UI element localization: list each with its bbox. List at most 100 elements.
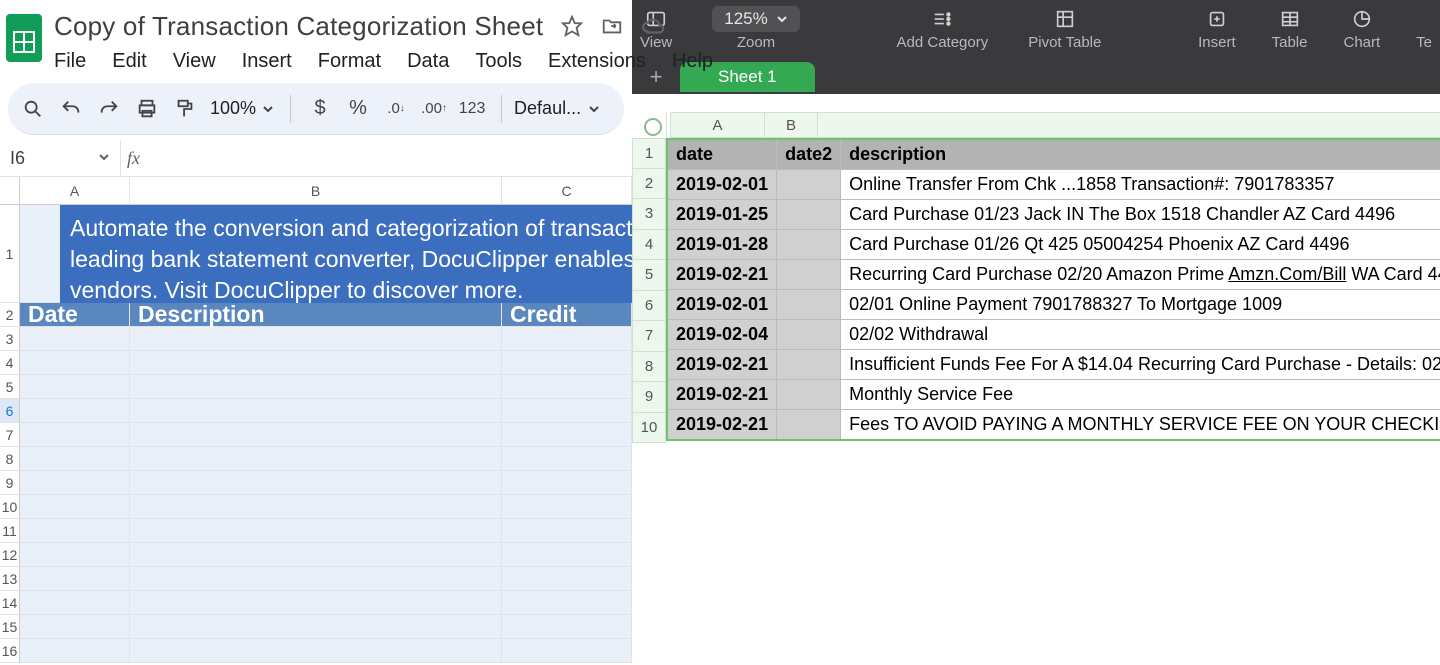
menu-insert[interactable]: Insert: [242, 50, 292, 73]
name-box[interactable]: I6: [6, 148, 98, 169]
cell-date2[interactable]: [777, 350, 841, 380]
cell-description[interactable]: Fees TO AVOID PAYING A MONTHLY SERVICE F…: [841, 410, 1440, 441]
cell[interactable]: Credit: [502, 303, 632, 327]
star-icon[interactable]: [561, 15, 583, 37]
percent-icon[interactable]: %: [341, 92, 375, 126]
row-header[interactable]: 8: [0, 447, 20, 471]
text-icon[interactable]: [1418, 7, 1430, 31]
cell[interactable]: [502, 519, 632, 543]
cell[interactable]: [130, 375, 502, 399]
decrease-decimal-icon[interactable]: .0↓: [379, 92, 413, 126]
row-header[interactable]: 2: [0, 303, 20, 327]
cell[interactable]: [130, 471, 502, 495]
cell[interactable]: [130, 615, 502, 639]
cell[interactable]: [20, 423, 130, 447]
redo-icon[interactable]: [92, 92, 126, 126]
move-folder-icon[interactable]: [601, 15, 623, 37]
cell[interactable]: [20, 639, 130, 663]
cell[interactable]: [130, 639, 502, 663]
cell[interactable]: [502, 543, 632, 567]
table-handle-icon[interactable]: [644, 118, 662, 136]
increase-decimal-icon[interactable]: .00↑: [417, 92, 451, 126]
cell-date[interactable]: 2019-02-21: [667, 410, 777, 441]
zoom-selector[interactable]: 125%: [712, 6, 799, 32]
add-category-icon[interactable]: [930, 7, 954, 31]
cell-date[interactable]: 2019-02-01: [667, 290, 777, 320]
cell[interactable]: [502, 327, 632, 351]
cell[interactable]: Description: [130, 303, 502, 327]
select-all-corner[interactable]: [0, 177, 20, 205]
row-header[interactable]: 5: [632, 260, 666, 291]
cell[interactable]: [502, 639, 632, 663]
cell-date2[interactable]: [777, 380, 841, 410]
cell[interactable]: [20, 543, 130, 567]
header-date2[interactable]: date2: [777, 139, 841, 170]
cell[interactable]: [20, 351, 130, 375]
column-header-a[interactable]: A: [670, 112, 765, 138]
cell[interactable]: [20, 447, 130, 471]
row-header[interactable]: 3: [0, 327, 20, 351]
spreadsheet-grid[interactable]: 12345678910111213141516 ABC DateDescript…: [0, 177, 632, 665]
sheets-logo-icon[interactable]: [6, 12, 42, 64]
search-icon[interactable]: [16, 92, 50, 126]
cell-date[interactable]: 2019-02-21: [667, 260, 777, 290]
cell[interactable]: Date: [20, 303, 130, 327]
cloud-status-icon[interactable]: [641, 15, 667, 37]
row-header[interactable]: 13: [0, 567, 20, 591]
header-description[interactable]: description: [841, 139, 1440, 170]
cell[interactable]: [130, 567, 502, 591]
cell-date2[interactable]: [777, 320, 841, 350]
cell-description[interactable]: Card Purchase 01/23 Jack IN The Box 1518…: [841, 200, 1440, 230]
menu-format[interactable]: Format: [318, 50, 381, 73]
pivot-table-icon[interactable]: [1053, 7, 1077, 31]
row-header[interactable]: 12: [0, 543, 20, 567]
name-box-caret-icon[interactable]: [98, 150, 110, 168]
cell[interactable]: [502, 399, 632, 423]
cell[interactable]: [130, 327, 502, 351]
cell-description[interactable]: Insufficient Funds Fee For A $14.04 Recu…: [841, 350, 1440, 380]
row-header[interactable]: 2: [632, 169, 666, 200]
cell[interactable]: [130, 351, 502, 375]
column-header-a[interactable]: A: [20, 177, 130, 205]
menu-help[interactable]: Help: [672, 50, 713, 73]
row-header[interactable]: 10: [632, 413, 666, 444]
cell-description[interactable]: Recurring Card Purchase 02/20 Amazon Pri…: [841, 260, 1440, 290]
header-date[interactable]: date: [667, 139, 777, 170]
cell[interactable]: [20, 375, 130, 399]
row-header[interactable]: 1: [632, 138, 666, 169]
cell[interactable]: [502, 447, 632, 471]
cell[interactable]: [502, 351, 632, 375]
cell-date2[interactable]: [777, 410, 841, 441]
column-header-rest[interactable]: [818, 112, 1440, 138]
row-header[interactable]: 6: [0, 399, 20, 423]
cell-date2[interactable]: [777, 200, 841, 230]
column-header-b[interactable]: B: [765, 112, 818, 138]
cell[interactable]: [20, 471, 130, 495]
row-header[interactable]: 4: [0, 351, 20, 375]
row-header[interactable]: 3: [632, 199, 666, 230]
cell[interactable]: [130, 519, 502, 543]
cell[interactable]: [20, 495, 130, 519]
cell[interactable]: [130, 423, 502, 447]
cell-date2[interactable]: [777, 290, 841, 320]
cell-description[interactable]: Card Purchase 01/26 Qt 425 05004254 Phoe…: [841, 230, 1440, 260]
row-header[interactable]: 11: [0, 519, 20, 543]
cell[interactable]: [20, 591, 130, 615]
cell-description[interactable]: 02/02 Withdrawal: [841, 320, 1440, 350]
cell[interactable]: [130, 447, 502, 471]
data-table[interactable]: date date2 description 2019-02-01 Online …: [666, 138, 1440, 441]
cell-description[interactable]: Online Transfer From Chk ...1858 Transac…: [841, 170, 1440, 200]
row-header[interactable]: 7: [0, 423, 20, 447]
chart-icon[interactable]: [1350, 7, 1374, 31]
row-header[interactable]: 4: [632, 230, 666, 261]
cell[interactable]: [502, 423, 632, 447]
cell-date[interactable]: 2019-02-01: [667, 170, 777, 200]
menu-tools[interactable]: Tools: [475, 50, 522, 73]
cell-date[interactable]: 2019-02-21: [667, 380, 777, 410]
cell[interactable]: [130, 399, 502, 423]
cell[interactable]: [502, 615, 632, 639]
cell[interactable]: [502, 495, 632, 519]
column-header-c[interactable]: C: [502, 177, 632, 205]
row-header[interactable]: 14: [0, 591, 20, 615]
row-header[interactable]: 9: [0, 471, 20, 495]
